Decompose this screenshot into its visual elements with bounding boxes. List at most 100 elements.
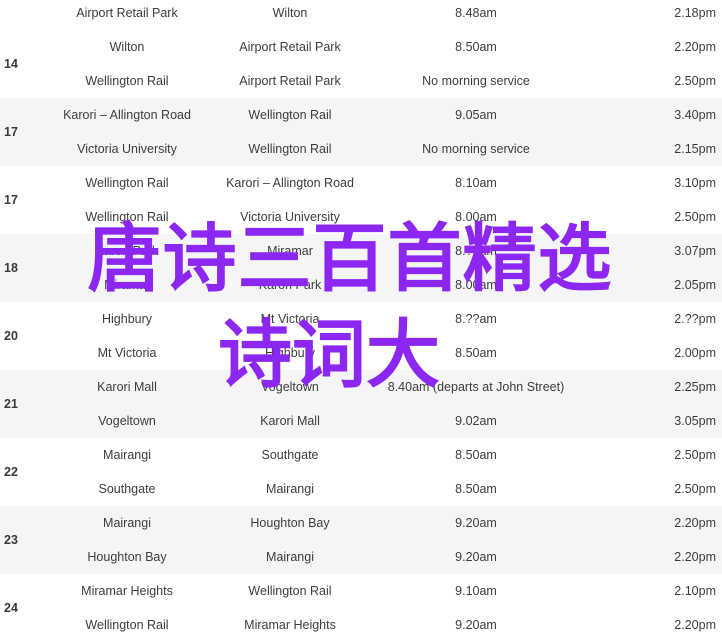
destination-cell: Vogeltown: [261, 380, 319, 394]
destination-cell: Wellington Rail: [248, 108, 332, 122]
destination-cell: Houghton Bay: [250, 516, 330, 530]
origin-cell: Wellington Rail: [85, 210, 169, 224]
origin-cell: Mt Victoria: [97, 346, 157, 360]
destination-cell: Miramar Heights: [244, 618, 336, 632]
destination-cell: Mairangi: [266, 482, 314, 496]
destination-cell: Mt Victoria: [260, 312, 320, 326]
return-time-cell: 2.25pm: [674, 380, 716, 394]
origin-cell: Karori – Allington Road: [63, 108, 191, 122]
origin-cell: Karori Mall: [97, 380, 157, 394]
return-time-cell: 2.??pm: [674, 312, 716, 326]
origin-cell: Wellington Rail: [85, 74, 169, 88]
depart-time-cell: No morning service: [422, 74, 530, 88]
depart-time-cell: 9.05am: [455, 108, 497, 122]
table-row: Wilton Airport Retail Park 8.50am 2.20pm: [0, 30, 722, 64]
return-time-cell: 2.50pm: [674, 74, 716, 88]
route-group: Airport Retail Park Wilton 8.48am 2.18pm: [0, 0, 722, 30]
depart-time-cell: 8.??am: [455, 312, 497, 326]
route-group: 22 Mairangi Southgate 8.50am 2.50pm Southgate…: [0, 438, 722, 506]
destination-cell: Miramar: [267, 244, 313, 258]
table-row: Wellington Rail Victoria University 8.00am…: [0, 200, 722, 234]
return-time-cell: 3.05pm: [674, 414, 716, 428]
depart-time-cell: 8.00am: [455, 278, 497, 292]
table-row: Karori – Allington Road Wellington Rail 9.…: [0, 98, 722, 132]
table-row: Wellington Rail Miramar Heights 9.20am 2.20…: [0, 608, 722, 642]
origin-cell: Miramar: [104, 278, 150, 292]
return-time-cell: 2.20pm: [674, 550, 716, 564]
destination-cell: Airport Retail Park: [239, 74, 341, 88]
table-row: Houghton Bay Mairangi 9.20am 2.20pm: [0, 540, 722, 574]
route-group: 17 Karori – Allington Road Wellington Rail…: [0, 98, 722, 166]
origin-cell: Highbury: [101, 312, 153, 326]
origin-cell: Wellington Rail: [85, 618, 169, 632]
depart-time-cell: 8.48am: [455, 6, 497, 20]
route-group: 21 Karori Mall Vogeltown 8.40am (departs at…: [0, 370, 722, 438]
return-time-cell: 2.18pm: [674, 6, 716, 20]
origin-cell: Houghton Bay: [87, 550, 167, 564]
origin-cell: Mairangi: [103, 448, 151, 462]
depart-time-cell: 8.50am: [455, 40, 497, 54]
timetable: Airport Retail Park Wilton 8.48am 2.18pm 14 W…: [0, 0, 722, 642]
depart-time-cell: No morning service: [422, 142, 530, 156]
depart-time-cell: 8.50am: [455, 448, 497, 462]
table-row: Highbury Mt Victoria 8.??am 2.??pm: [0, 302, 722, 336]
destination-cell: Karori Mall: [260, 414, 320, 428]
route-group: 23 Mairangi Houghton Bay 9.20am 2.20pm Hought…: [0, 506, 722, 574]
origin-cell: Victoria University: [77, 142, 177, 156]
origin-cell: Mairangi: [103, 516, 151, 530]
depart-time-cell: 9.10am: [455, 584, 497, 598]
depart-time-cell: 9.20am: [455, 618, 497, 632]
table-row: Wellington Rail Airport Retail Park No mor…: [0, 64, 722, 98]
destination-cell: Southgate: [261, 448, 319, 462]
table-row: Wellington Rail Karori – Allington Road 8.…: [0, 166, 722, 200]
destination-cell: Victoria University: [240, 210, 340, 224]
depart-time-cell: 9.02am: [455, 414, 497, 428]
origin-cell: Southgate: [98, 482, 156, 496]
origin-cell: Miramar Heights: [81, 584, 173, 598]
depart-time-cell: 8.??am: [455, 244, 497, 258]
table-row: Airport Retail Park Wilton 8.48am 2.18pm: [0, 0, 722, 30]
return-time-cell: 2.50pm: [674, 210, 716, 224]
return-time-cell: 2.15pm: [674, 142, 716, 156]
return-time-cell: 2.05pm: [674, 278, 716, 292]
route-group: 18 Karori Park Miramar 8.??am 3.07pm Miramar K…: [0, 234, 722, 302]
table-row: Karori Mall Vogeltown 8.40am (departs at J…: [0, 370, 722, 404]
origin-cell: Airport Retail Park: [76, 6, 178, 20]
destination-cell: Wellington Rail: [248, 142, 332, 156]
destination-cell: Karori – Allington Road: [226, 176, 354, 190]
return-time-cell: 2.20pm: [674, 618, 716, 632]
depart-time-cell: 8.00am: [455, 210, 497, 224]
table-row: Vogeltown Karori Mall 9.02am 3.05pm: [0, 404, 722, 438]
depart-time-cell: 8.40am (departs at John Street): [387, 380, 565, 394]
origin-cell: Wellington Rail: [85, 176, 169, 190]
return-time-cell: 2.20pm: [674, 516, 716, 530]
destination-cell: Wellington Rail: [248, 584, 332, 598]
return-time-cell: 2.10pm: [674, 584, 716, 598]
return-time-cell: 2.50pm: [674, 482, 716, 496]
depart-time-cell: 8.50am: [455, 346, 497, 360]
destination-cell: Karori Park: [258, 278, 322, 292]
table-row: Mairangi Southgate 8.50am 2.50pm: [0, 438, 722, 472]
route-group: 17 Wellington Rail Karori – Allington Road…: [0, 166, 722, 234]
route-group: 14 Wilton Airport Retail Park 8.50am 2.20pm W…: [0, 30, 722, 98]
table-row: Karori Park Miramar 8.??am 3.07pm: [0, 234, 722, 268]
destination-cell: Mairangi: [266, 550, 314, 564]
origin-cell: Karori Park: [95, 244, 159, 258]
route-group: 24 Miramar Heights Wellington Rail 9.10am 2.…: [0, 574, 722, 642]
depart-time-cell: 9.20am: [455, 550, 497, 564]
depart-time-cell: 9.20am: [455, 516, 497, 530]
route-group: 20 Highbury Mt Victoria 8.??am 2.??pm Mt Vict…: [0, 302, 722, 370]
table-row: Mairangi Houghton Bay 9.20am 2.20pm: [0, 506, 722, 540]
return-time-cell: 3.07pm: [674, 244, 716, 258]
depart-time-cell: 8.10am: [455, 176, 497, 190]
depart-time-cell: 8.50am: [455, 482, 497, 496]
return-time-cell: 3.40pm: [674, 108, 716, 122]
destination-cell: Wilton: [272, 6, 308, 20]
origin-cell: Vogeltown: [98, 414, 156, 428]
table-row: Miramar Karori Park 8.00am 2.05pm: [0, 268, 722, 302]
destination-cell: Airport Retail Park: [239, 40, 341, 54]
return-time-cell: 2.20pm: [674, 40, 716, 54]
return-time-cell: 2.00pm: [674, 346, 716, 360]
destination-cell: Highbury: [264, 346, 316, 360]
table-row: Victoria University Wellington Rail No mor…: [0, 132, 722, 166]
